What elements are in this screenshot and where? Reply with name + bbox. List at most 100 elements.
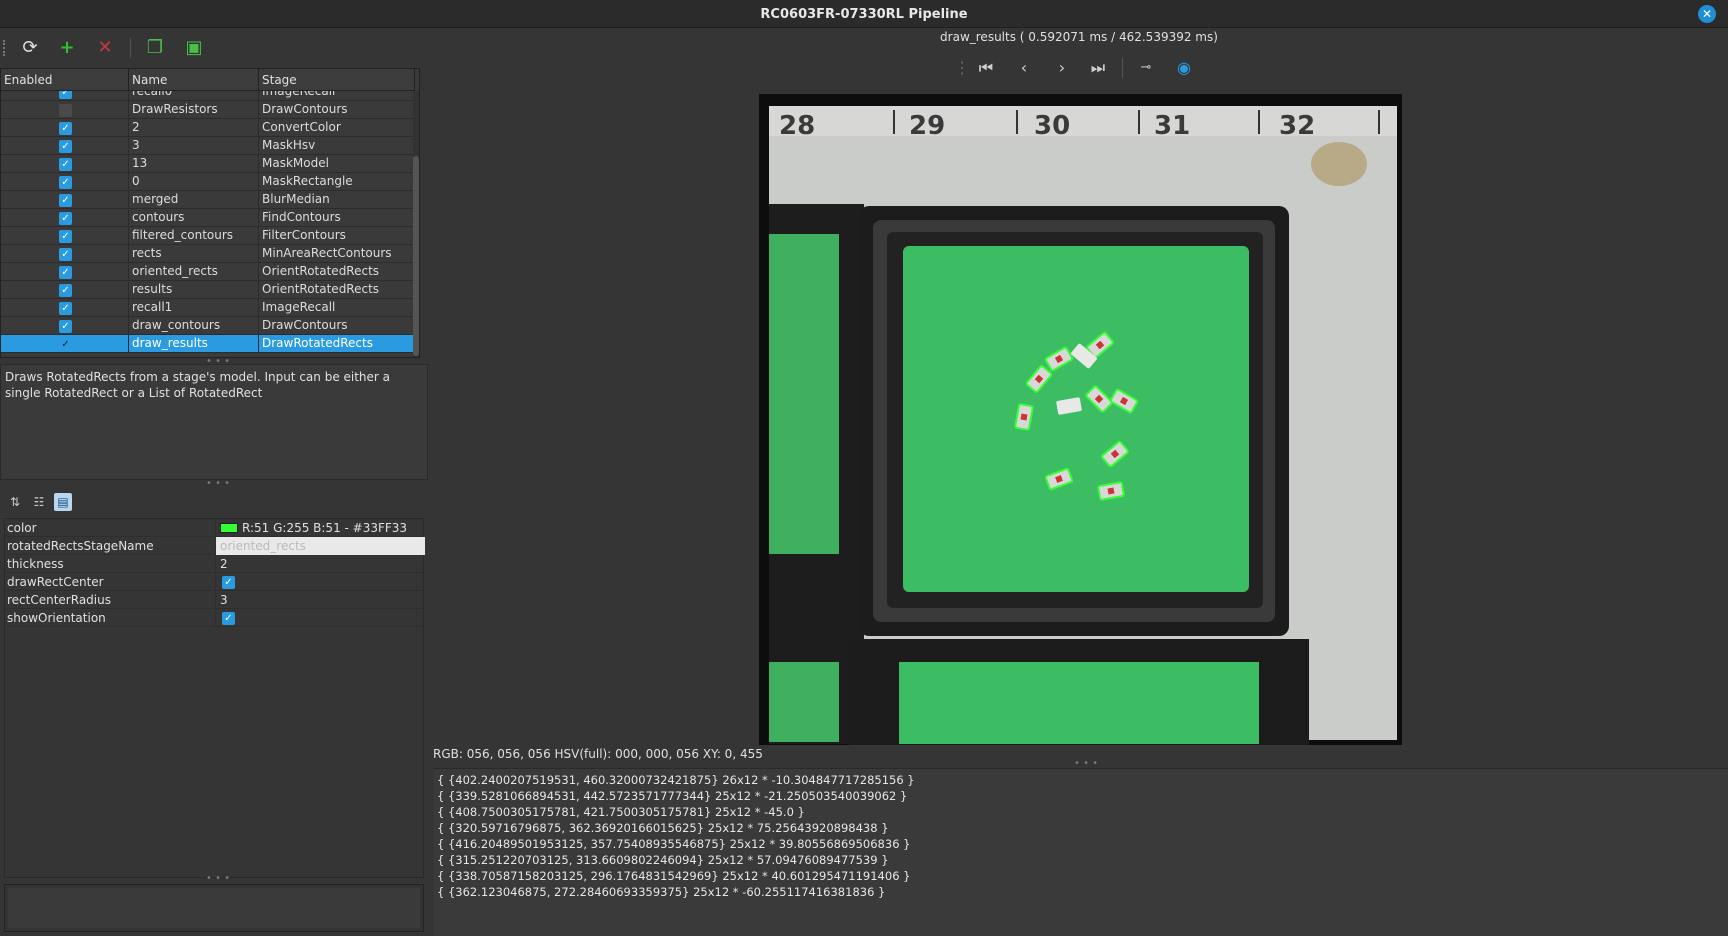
pipeline-toolbar: ⟳ + ✕ ❐ ▣ bbox=[0, 28, 430, 68]
table-row[interactable]: ✓ merged BlurMedian bbox=[1, 191, 415, 209]
show-orientation-checkbox[interactable]: ✓ bbox=[222, 612, 235, 625]
table-row[interactable]: ✓ 2 ConvertColor bbox=[1, 119, 415, 137]
stage-type-cell[interactable]: DrawContours bbox=[259, 101, 415, 119]
enabled-checkbox[interactable]: ✓ bbox=[59, 158, 72, 171]
last-icon[interactable]: ⏭ bbox=[1086, 56, 1110, 80]
enabled-checkbox[interactable]: ✓ bbox=[59, 266, 72, 279]
stage-type-cell[interactable]: OrientRotatedRects bbox=[259, 263, 415, 281]
x-icon[interactable]: ✕ bbox=[93, 36, 117, 60]
stage-name-cell[interactable]: 2 bbox=[129, 119, 259, 137]
toolbar-grip[interactable] bbox=[3, 40, 6, 56]
stage-name-cell[interactable]: DrawResistors bbox=[129, 101, 259, 119]
result-line: { {416.20489501953125, 357.7540893554687… bbox=[437, 837, 911, 851]
stage-type-cell[interactable]: OrientRotatedRects bbox=[259, 281, 415, 299]
stage-name-cell[interactable]: 3 bbox=[129, 137, 259, 155]
plus-icon[interactable]: + bbox=[55, 36, 79, 60]
color-value[interactable]: R:51 G:255 B:51 - #33FF33 bbox=[215, 519, 425, 537]
splitter-handle[interactable]: • • • bbox=[206, 478, 230, 489]
stage-name-cell[interactable]: rects bbox=[129, 245, 259, 263]
enabled-checkbox[interactable]: ✓ bbox=[59, 212, 72, 225]
categorized-icon[interactable]: ☷ bbox=[30, 493, 48, 511]
stage-image[interactable]: 28 29 30 31 32 bbox=[759, 94, 1402, 745]
stage-name-cell[interactable]: 13 bbox=[129, 155, 259, 173]
column-stage[interactable]: Stage bbox=[259, 69, 415, 91]
stage-type-cell[interactable]: MaskHsv bbox=[259, 137, 415, 155]
table-row[interactable]: ✓ rects MinAreaRectContours bbox=[1, 245, 415, 263]
enabled-checkbox[interactable]: ✓ bbox=[59, 194, 72, 207]
stage-name-cell[interactable]: filtered_contours bbox=[129, 227, 259, 245]
stage-table: Enabled Name Stage ✓ recall0 ImageRecall Dr… bbox=[0, 68, 420, 358]
stage-name-cell[interactable]: oriented_rects bbox=[129, 263, 259, 281]
enabled-checkbox[interactable] bbox=[59, 104, 72, 117]
stage-name-cell[interactable]: recall0 bbox=[129, 91, 259, 101]
stage-name-cell[interactable]: results bbox=[129, 281, 259, 299]
enabled-checkbox[interactable]: ✓ bbox=[59, 122, 72, 135]
eye-icon[interactable]: ◉ bbox=[1172, 56, 1196, 80]
stage-type-cell[interactable]: MaskModel bbox=[259, 155, 415, 173]
table-row[interactable]: ✓ draw_results DrawRotatedRects bbox=[1, 335, 415, 353]
table-row[interactable]: DrawResistors DrawContours bbox=[1, 101, 415, 119]
stage-type-cell[interactable]: BlurMedian bbox=[259, 191, 415, 209]
stage-name-cell[interactable]: merged bbox=[129, 191, 259, 209]
table-row[interactable]: ✓ 3 MaskHsv bbox=[1, 137, 415, 155]
close-icon[interactable]: ✕ bbox=[1698, 5, 1716, 23]
enabled-checkbox[interactable]: ✓ bbox=[59, 176, 72, 189]
table-row[interactable]: ✓ 0 MaskRectangle bbox=[1, 173, 415, 191]
enabled-cell: ✓ bbox=[1, 227, 129, 245]
stage-name-input[interactable]: oriented_rects bbox=[215, 537, 425, 555]
splitter-handle[interactable]: • • • bbox=[206, 873, 230, 884]
enabled-checkbox[interactable]: ✓ bbox=[59, 248, 72, 261]
stage-name-cell[interactable]: contours bbox=[129, 209, 259, 227]
stage-type-cell[interactable]: DrawContours bbox=[259, 317, 415, 335]
stage-type-cell[interactable]: MaskRectangle bbox=[259, 173, 415, 191]
copy-icon[interactable]: ❐ bbox=[143, 36, 167, 60]
enabled-checkbox[interactable]: ✓ bbox=[59, 284, 72, 297]
stage-type-cell[interactable]: FilterContours bbox=[259, 227, 415, 245]
table-scrollbar[interactable] bbox=[413, 91, 419, 357]
table-row[interactable]: ✓ results OrientRotatedRects bbox=[1, 281, 415, 299]
property-key: drawRectCenter bbox=[7, 575, 104, 589]
enabled-checkbox[interactable]: ✓ bbox=[59, 91, 72, 99]
column-name[interactable]: Name bbox=[129, 69, 259, 91]
refresh-icon[interactable]: ⟳ bbox=[18, 36, 42, 60]
draw-center-checkbox[interactable]: ✓ bbox=[222, 576, 235, 589]
table-row[interactable]: ✓ oriented_rects OrientRotatedRects bbox=[1, 263, 415, 281]
table-row[interactable]: ✓ 13 MaskModel bbox=[1, 155, 415, 173]
thickness-value[interactable]: 2 bbox=[215, 555, 425, 573]
log-text-area[interactable] bbox=[4, 884, 424, 932]
list-view-icon[interactable]: ▤ bbox=[54, 493, 72, 511]
enabled-cell: ✓ bbox=[1, 209, 129, 227]
stage-type-cell[interactable]: MinAreaRectContours bbox=[259, 245, 415, 263]
enabled-cell: ✓ bbox=[1, 91, 129, 101]
window-title: RC0603FR-07330RL Pipeline bbox=[760, 7, 968, 22]
stage-name-cell[interactable]: draw_contours bbox=[129, 317, 259, 335]
table-row[interactable]: ✓ recall0 ImageRecall bbox=[1, 91, 415, 101]
stage-type-cell[interactable]: FindContours bbox=[259, 209, 415, 227]
table-row[interactable]: ✓ recall1 ImageRecall bbox=[1, 299, 415, 317]
enabled-checkbox[interactable]: ✓ bbox=[59, 140, 72, 153]
sort-alpha-icon[interactable]: ⇅ bbox=[6, 493, 24, 511]
column-enabled[interactable]: Enabled bbox=[1, 69, 129, 91]
enabled-checkbox[interactable]: ✓ bbox=[59, 338, 72, 351]
clipboard-icon[interactable]: ▣ bbox=[182, 36, 206, 60]
enabled-cell: ✓ bbox=[1, 281, 129, 299]
stage-type-cell[interactable]: ImageRecall bbox=[259, 299, 415, 317]
pin-icon[interactable]: ⊸ bbox=[1134, 56, 1158, 80]
stage-type-cell[interactable]: ConvertColor bbox=[259, 119, 415, 137]
first-icon[interactable]: ⏮ bbox=[974, 56, 998, 80]
enabled-checkbox[interactable]: ✓ bbox=[59, 320, 72, 333]
center-radius-value[interactable]: 3 bbox=[215, 591, 425, 609]
stage-name-cell[interactable]: draw_results bbox=[129, 335, 259, 353]
table-row[interactable]: ✓ contours FindContours bbox=[1, 209, 415, 227]
scrollbar-thumb[interactable] bbox=[413, 156, 419, 356]
enabled-checkbox[interactable]: ✓ bbox=[59, 302, 72, 315]
prev-icon[interactable]: ‹ bbox=[1012, 56, 1036, 80]
table-row[interactable]: ✓ filtered_contours FilterContours bbox=[1, 227, 415, 245]
enabled-checkbox[interactable]: ✓ bbox=[59, 230, 72, 243]
stage-type-cell[interactable]: ImageRecall bbox=[259, 91, 415, 101]
next-icon[interactable]: › bbox=[1050, 56, 1074, 80]
stage-name-cell[interactable]: recall1 bbox=[129, 299, 259, 317]
stage-type-cell[interactable]: DrawRotatedRects bbox=[259, 335, 415, 353]
table-row[interactable]: ✓ draw_contours DrawContours bbox=[1, 317, 415, 335]
stage-name-cell[interactable]: 0 bbox=[129, 173, 259, 191]
